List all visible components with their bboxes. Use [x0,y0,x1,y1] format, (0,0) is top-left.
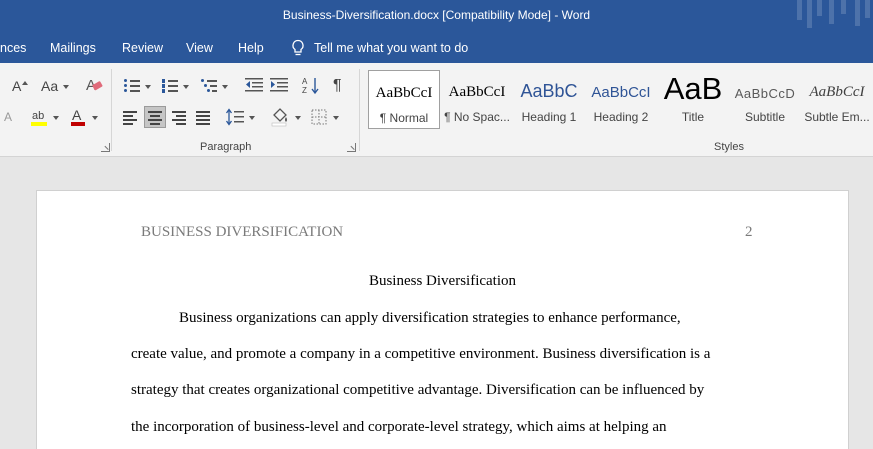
decrease-indent-icon[interactable] [245,78,263,93]
group-separator [111,69,112,151]
document-canvas[interactable]: BUSINESS DIVERSIFICATION 2 Business Dive… [0,157,873,449]
shading-caret-icon [295,116,301,120]
eraser-icon [92,81,103,91]
paragraph-line: create value, and promote a company in a… [131,346,711,362]
paragraph-dialog-launcher-icon[interactable] [347,143,356,152]
change-case-button[interactable]: Aa [41,79,58,93]
highlight-caret-icon [53,116,59,120]
lightbulb-icon [292,39,304,56]
increase-indent-icon[interactable] [270,78,288,93]
style-normal[interactable]: AaBbCcI ¶ Normal [368,70,440,129]
svg-text:A: A [302,77,308,86]
window-title: Business-Diversification.docx [Compatibi… [282,8,591,22]
style-subtle-emphasis[interactable]: AaBbCcI Subtle Em... [801,70,873,129]
tab-references[interactable]: nces [0,41,26,55]
font-dialog-launcher-icon[interactable] [101,143,110,152]
font-color-caret-icon [92,116,98,120]
style-heading-1[interactable]: AaBbC Heading 1 [513,70,585,129]
show-hide-formatting-icon[interactable]: ¶ [333,78,342,94]
tab-view[interactable]: View [186,41,213,55]
text-effects-partial-icon[interactable]: A [4,111,12,123]
document-page[interactable]: BUSINESS DIVERSIFICATION 2 Business Dive… [36,190,849,449]
tab-review[interactable]: Review [122,41,163,55]
svg-text:ab: ab [32,110,44,122]
svg-text:Z: Z [302,86,307,95]
align-center-button[interactable] [144,106,166,128]
numbering-caret-icon [183,85,189,89]
tab-mailings[interactable]: Mailings [50,41,96,55]
sort-icon[interactable]: A Z [302,76,320,96]
multilevel-list-icon[interactable] [201,79,217,93]
change-case-caret-icon [63,85,69,89]
shading-icon[interactable] [270,107,290,127]
styles-group-label: Styles [714,141,744,153]
line-spacing-caret-icon [249,116,255,120]
tab-help[interactable]: Help [238,41,264,55]
title-bar-pattern [793,0,873,33]
style-heading-2[interactable]: AaBbCcI Heading 2 [585,70,657,129]
running-head: BUSINESS DIVERSIFICATION [141,224,344,240]
shrink-font-button[interactable]: A [12,79,21,93]
shrink-caret-icon [22,81,28,85]
align-left-button[interactable] [120,107,140,127]
style-subtitle[interactable]: AaBbCcD Subtitle [729,70,801,129]
justify-button[interactable] [193,107,213,127]
ribbon-tabs: nces Mailings Review View Help Tell me w… [0,33,873,63]
styles-gallery: AaBbCcI ¶ Normal AaBbCcI ¶ No Spac... Aa… [367,70,873,130]
paragraph-line: Business organizations can apply diversi… [179,310,681,326]
group-separator [359,69,360,151]
font-color-icon[interactable]: A [70,107,86,127]
align-right-button[interactable] [169,107,189,127]
page-number: 2 [745,224,753,240]
bullets-icon[interactable] [124,79,140,93]
document-heading: Business Diversification [368,273,517,289]
bullets-caret-icon [145,85,151,89]
multilevel-caret-icon [222,85,228,89]
paragraph-group-label: Paragraph [200,141,252,153]
title-bar: Business-Diversification.docx [Compatibi… [0,0,873,33]
style-title[interactable]: AaB Title [657,70,729,129]
highlight-color-swatch [31,122,47,126]
tell-me-search[interactable]: Tell me what you want to do [290,39,468,57]
borders-caret-icon [333,116,339,120]
paragraph-line: the incorporation of business-level and … [131,419,667,435]
highlighter-icon[interactable]: ab [30,107,48,127]
tell-me-text: Tell me what you want to do [314,41,469,55]
paragraph-line: strategy that creates organizational com… [131,382,705,398]
numbering-icon[interactable] [162,79,178,93]
style-no-spacing[interactable]: AaBbCcI ¶ No Spac... [441,70,513,129]
svg-text:A: A [72,107,82,123]
borders-icon[interactable] [311,109,327,125]
line-spacing-icon[interactable] [226,108,244,126]
ribbon: A Aa A A ab A A Z ¶ Paragraph AaBbCcI ¶ … [0,63,873,157]
